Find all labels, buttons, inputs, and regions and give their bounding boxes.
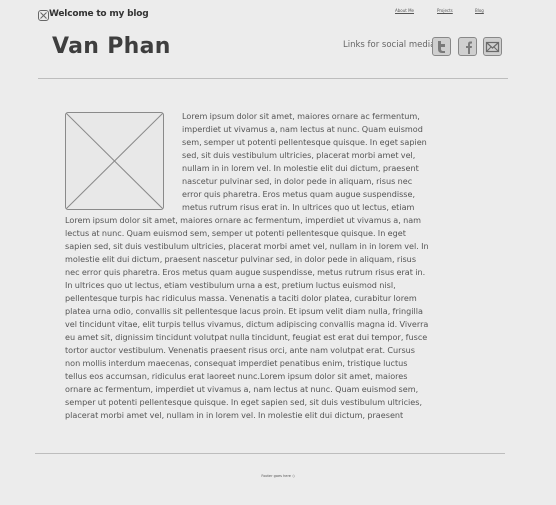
header-divider (38, 78, 508, 79)
social-media-label: Links for social media (343, 40, 436, 50)
nav-about-me[interactable]: About Me (395, 8, 414, 13)
facebook-icon (466, 41, 472, 54)
blog-brand: Welcome to my blog (49, 9, 149, 19)
nav-blog[interactable]: Blog (475, 8, 484, 13)
page-title: Van Phan (52, 34, 171, 59)
close-box-icon[interactable] (38, 6, 49, 21)
twitter-icon (438, 41, 445, 53)
envelope-icon (485, 41, 500, 53)
facebook-button[interactable] (458, 37, 477, 56)
footer-divider (35, 453, 505, 454)
top-bar: Welcome to my blog About Me Projects Blo… (0, 0, 556, 22)
twitter-button[interactable] (432, 37, 451, 56)
footer-text: Footer goes here :) (261, 474, 295, 478)
article-body: Lorem ipsum dolor sit amet, maiores orna… (65, 110, 431, 422)
nav-projects[interactable]: Projects (437, 8, 453, 13)
email-button[interactable] (483, 37, 502, 56)
image-spacer (65, 110, 182, 213)
